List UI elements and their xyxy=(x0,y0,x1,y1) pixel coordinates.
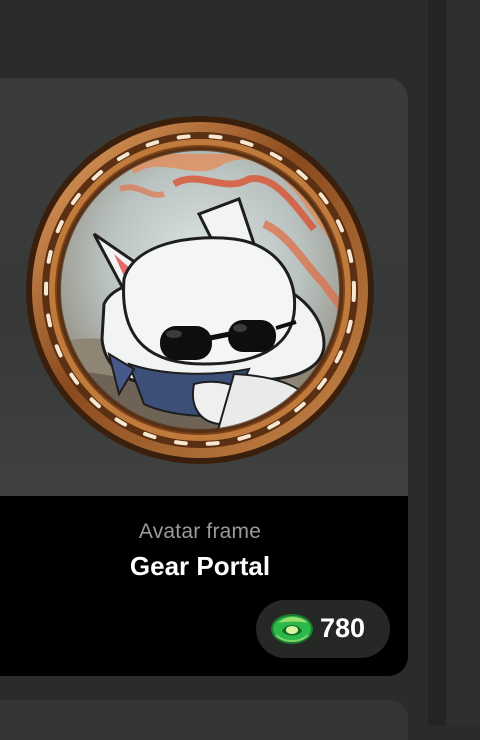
item-preview xyxy=(0,78,408,496)
panel-divider xyxy=(428,0,446,726)
next-item-card[interactable] xyxy=(0,700,408,740)
price-button[interactable]: 780 xyxy=(256,600,390,658)
avatar-frame-card[interactable]: Avatar frame Gear Portal 780 xyxy=(0,78,408,676)
gem-coin-icon xyxy=(271,614,313,644)
item-title: Gear Portal xyxy=(129,551,271,581)
item-category-label: Avatar frame xyxy=(138,520,262,543)
item-info: Avatar frame Gear Portal 780 xyxy=(0,496,408,676)
price-value: 780 xyxy=(320,613,366,643)
adjacent-panel xyxy=(446,0,480,726)
gear-portal-frame-image xyxy=(26,116,374,464)
